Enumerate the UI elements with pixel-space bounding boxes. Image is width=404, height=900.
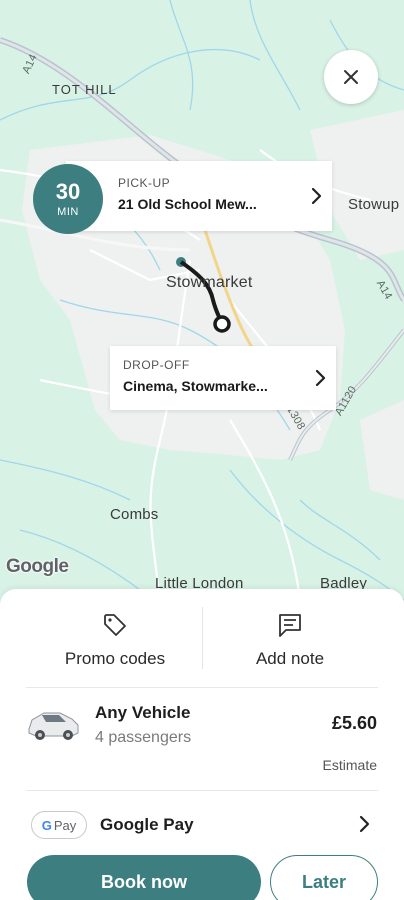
google-pay-badge-text: Pay: [53, 817, 77, 833]
close-button[interactable]: [324, 50, 378, 104]
message-icon: [276, 611, 304, 639]
place-label-combs: Combs: [110, 506, 159, 523]
place-label-tot-hill: TOT HILL: [52, 82, 117, 97]
booking-sheet: Promo codes Add note Any Vehicle 4 passe…: [0, 589, 404, 900]
car-icon: [28, 712, 79, 740]
dropoff-marker: [213, 315, 231, 333]
pickup-card[interactable]: PICK-UP 21 Old School Mew...: [66, 161, 332, 231]
payment-method-row[interactable]: G Pay Google Pay: [0, 791, 404, 855]
chevron-right-icon: [311, 187, 322, 205]
dropoff-address: Cinema, Stowmarke...: [123, 378, 268, 394]
add-note-button[interactable]: Add note: [189, 589, 391, 687]
pickup-caption: PICK-UP: [118, 176, 171, 190]
google-pay-icon: G Pay: [31, 811, 87, 839]
place-label-stowup: Stowup: [348, 196, 400, 213]
vehicle-passengers: 4 passengers: [95, 729, 192, 746]
fare-price: £5.60: [331, 713, 377, 733]
vehicle-option[interactable]: Any Vehicle 4 passengers £5.60 Estimate: [0, 687, 404, 791]
vehicle-name: Any Vehicle: [95, 703, 191, 722]
fare-estimate-label: Estimate: [322, 757, 377, 773]
payment-method-label: Google Pay: [100, 815, 194, 834]
chevron-right-icon: [359, 815, 370, 833]
google-logo: Google: [6, 556, 69, 577]
book-later-button[interactable]: Later: [270, 855, 378, 900]
promo-codes-label: Promo codes: [64, 649, 166, 668]
promo-codes-button[interactable]: Promo codes: [14, 589, 216, 687]
book-now-button[interactable]: Book now: [27, 855, 261, 900]
add-note-label: Add note: [255, 649, 325, 668]
dropoff-card[interactable]: DROP-OFF Cinema, Stowmarke...: [110, 346, 336, 410]
place-label-stowmarket: Stowmarket: [166, 274, 253, 291]
pickup-address: 21 Old School Mew...: [118, 196, 257, 212]
tag-icon: [102, 611, 128, 639]
eta-unit: MIN: [57, 206, 79, 218]
map-view[interactable]: A14 A14 A1120 1308 TOT HILL Stowmarket S…: [0, 0, 404, 610]
chevron-right-icon: [315, 369, 326, 387]
google-g-letter: G: [41, 817, 52, 833]
dropoff-caption: DROP-OFF: [123, 358, 190, 372]
close-icon: [344, 70, 358, 84]
action-bar: Promo codes Add note: [0, 589, 404, 687]
eta-value: 30: [55, 179, 81, 204]
eta-badge: 30 MIN: [33, 164, 103, 234]
